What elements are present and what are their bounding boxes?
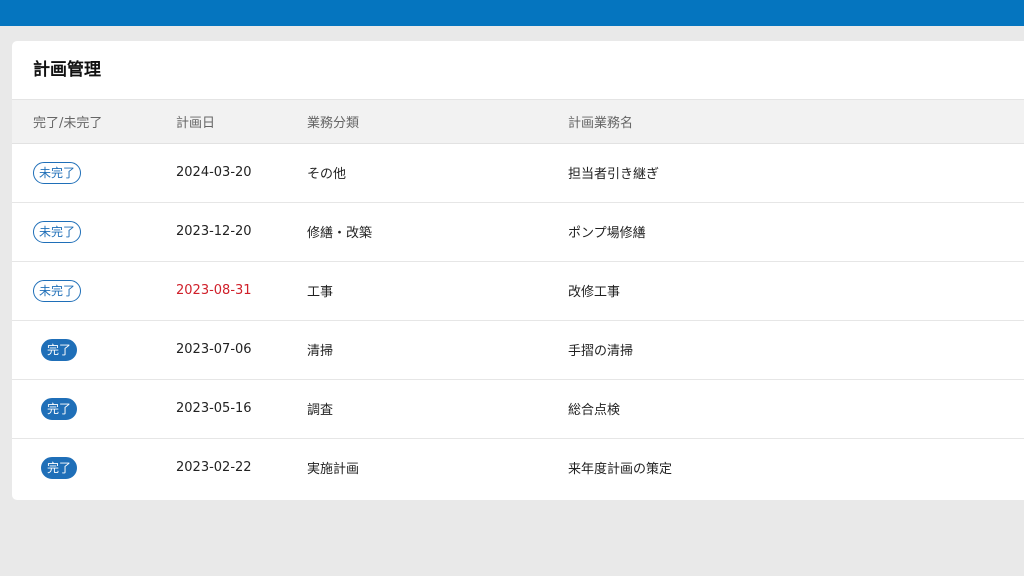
column-header-category[interactable]: 業務分類 <box>307 100 568 144</box>
category-cell: 調査 <box>307 378 568 438</box>
plan-date-cell-overdue: 2023-08-31 <box>176 260 307 320</box>
category-cell: 工事 <box>307 260 568 320</box>
column-header-task-name[interactable]: 計画業務名 <box>568 100 1024 144</box>
category-cell: 実施計画 <box>307 437 568 497</box>
plan-table: 完了/未完了 計画日 業務分類 計画業務名 未完了 2024-03-20 その他… <box>12 100 1024 497</box>
category-cell: その他 <box>307 167 347 182</box>
category-cell: 清掃 <box>307 319 568 379</box>
category-cell: 修繕・改築 <box>307 201 568 261</box>
task-name-cell: 担当者引き継ぎ <box>568 167 660 182</box>
table-header-row: 完了/未完了 計画日 業務分類 計画業務名 <box>12 100 1024 144</box>
status-badge-incomplete[interactable]: 未完了 <box>33 220 82 243</box>
status-badge-incomplete[interactable]: 未完了 <box>33 279 82 302</box>
plan-date-cell: 2023-07-06 <box>176 319 307 379</box>
table-row[interactable]: 完了 2023-05-16 調査 総合点検 <box>12 378 1024 438</box>
column-header-status[interactable]: 完了/未完了 <box>12 100 176 144</box>
plan-management-card: 計画管理 完了/未完了 計画日 業務分類 計画業務名 未完了 2024-03-2… <box>12 41 1024 500</box>
status-badge-complete[interactable]: 完了 <box>41 456 78 479</box>
plan-date-cell: 2023-12-20 <box>176 201 307 261</box>
status-badge-complete[interactable]: 完了 <box>41 397 78 420</box>
plan-date-cell: 2023-02-22 <box>176 437 307 497</box>
task-name-cell: 総合点検 <box>568 378 1024 438</box>
table-row[interactable]: 完了 2023-07-06 清掃 手摺の清掃 <box>12 319 1024 379</box>
task-name-cell: 手摺の清掃 <box>568 319 1024 379</box>
page-title: 計画管理 <box>12 41 1024 100</box>
table-row[interactable]: 完了 2023-02-22 実施計画 来年度計画の策定 <box>12 437 1024 497</box>
task-name-cell: 改修工事 <box>568 260 1024 320</box>
plan-date-cell: 2024-03-20 <box>176 165 252 180</box>
top-header-bar <box>0 0 1024 26</box>
table-row[interactable]: 未完了 2023-12-20 修繕・改築 ポンプ場修繕 <box>12 201 1024 261</box>
task-name-cell: 来年度計画の策定 <box>568 437 1024 497</box>
column-header-plan-date[interactable]: 計画日 <box>176 100 307 144</box>
status-badge-incomplete[interactable]: 未完了 <box>33 161 82 184</box>
task-name-cell: ポンプ場修繕 <box>568 201 1024 261</box>
table-row[interactable]: 未完了 2023-08-31 工事 改修工事 <box>12 260 1024 320</box>
plan-date-cell: 2023-05-16 <box>176 378 307 438</box>
status-badge-complete[interactable]: 完了 <box>41 338 78 361</box>
table-row[interactable]: 未完了 2024-03-20 その他 担当者引き継ぎ <box>12 143 1024 202</box>
